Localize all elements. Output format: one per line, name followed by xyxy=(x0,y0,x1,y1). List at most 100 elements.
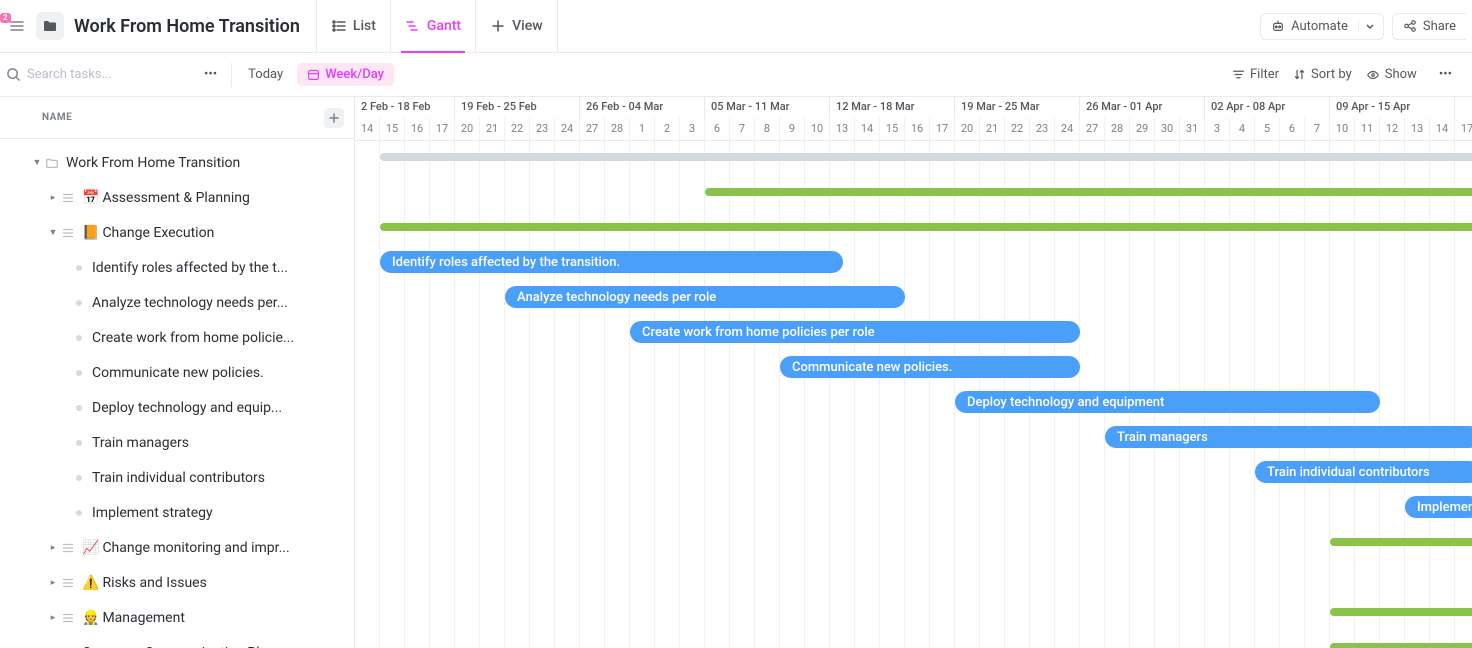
plus-icon xyxy=(490,18,506,34)
folder-small-icon xyxy=(44,156,60,170)
day-header: 1 xyxy=(630,118,655,140)
list-small-icon xyxy=(60,576,76,590)
more-icon[interactable]: ••• xyxy=(196,67,225,82)
day-header: 30 xyxy=(1155,118,1180,140)
toolbar-more-icon[interactable]: ••• xyxy=(1431,67,1460,82)
day-header: 31 xyxy=(1180,118,1205,140)
chevron-icon[interactable]: ▸ xyxy=(46,193,60,203)
sort-label: Sort by xyxy=(1311,67,1352,82)
tree-monitoring[interactable]: ▸📈Change monitoring and impr... xyxy=(0,530,354,565)
list-small-icon xyxy=(60,191,76,205)
bullet-icon xyxy=(76,335,82,341)
tree-comm-plan[interactable]: ▸Company Communication Plan xyxy=(0,635,354,648)
tree-label: Create work from home policie... xyxy=(92,330,294,346)
week-header: 19 Feb - 25 Feb xyxy=(455,97,580,118)
bullet-icon xyxy=(76,300,82,306)
show-label: Show xyxy=(1385,67,1417,82)
folder-icon[interactable] xyxy=(36,12,64,40)
period-button[interactable]: Week/Day xyxy=(297,63,394,86)
tab-add-view[interactable]: View xyxy=(475,0,558,52)
chevron-icon[interactable]: ▸ xyxy=(46,613,60,623)
tree-management[interactable]: ▸👷Management xyxy=(0,600,354,635)
bar-summary-monitoring[interactable] xyxy=(1330,538,1472,546)
day-header: 7 xyxy=(730,118,755,140)
day-header: 17 xyxy=(1455,118,1472,140)
bar-t6[interactable]: Train managers xyxy=(1105,426,1472,448)
day-header: 2 xyxy=(655,118,680,140)
day-header: 22 xyxy=(505,118,530,140)
show-button[interactable]: Show xyxy=(1366,67,1417,82)
tree-task-t2[interactable]: Analyze technology needs per... xyxy=(0,285,354,320)
bar-summary-management[interactable] xyxy=(1330,608,1472,616)
bar-t1[interactable]: Identify roles affected by the transitio… xyxy=(380,251,843,273)
bar-t2[interactable]: Analyze technology needs per role xyxy=(505,286,905,308)
day-header: 17 xyxy=(430,118,455,140)
tree-label: Analyze technology needs per... xyxy=(92,295,288,311)
today-button[interactable]: Today xyxy=(238,63,293,86)
list-icon xyxy=(331,18,347,34)
day-header: 23 xyxy=(1030,118,1055,140)
day-header: 14 xyxy=(1430,118,1455,140)
bar-t7[interactable]: Train individual contributors xyxy=(1255,461,1472,483)
tab-list[interactable]: List xyxy=(316,0,390,52)
day-header: 14 xyxy=(855,118,880,140)
sort-icon xyxy=(1293,68,1306,81)
chevron-icon[interactable]: ▼ xyxy=(30,157,44,168)
tree-label: Management xyxy=(102,610,184,626)
week-header: 05 Mar - 11 Mar xyxy=(705,97,830,118)
bar-t4[interactable]: Communicate new policies. xyxy=(780,356,1080,378)
tree-risks[interactable]: ▸⚠️Risks and Issues xyxy=(0,565,354,600)
tree-task-t4[interactable]: Communicate new policies. xyxy=(0,355,354,390)
share-label: Share xyxy=(1423,19,1456,34)
tab-view-label: View xyxy=(512,18,543,34)
filter-button[interactable]: Filter xyxy=(1232,67,1279,82)
share-button[interactable]: Share xyxy=(1392,13,1466,40)
hamburger-menu[interactable]: 2 xyxy=(6,17,26,35)
chevron-icon[interactable]: ▼ xyxy=(46,227,60,238)
calendar-icon xyxy=(307,68,320,81)
tree-task-t6[interactable]: Train managers xyxy=(0,425,354,460)
robot-icon xyxy=(1271,19,1285,33)
day-header: 3 xyxy=(1205,118,1230,140)
gantt-chart[interactable]: 2 Feb - 18 Feb19 Feb - 25 Feb26 Feb - 04… xyxy=(355,97,1472,648)
bar-summary-root[interactable] xyxy=(380,153,1472,161)
tree-task-t8[interactable]: Implement strategy xyxy=(0,495,354,530)
day-header: 3 xyxy=(680,118,705,140)
bar-summary-comm[interactable] xyxy=(1330,643,1472,648)
day-header: 6 xyxy=(705,118,730,140)
bar-t8[interactable]: Implemen xyxy=(1405,496,1472,518)
share-icon xyxy=(1403,19,1417,33)
day-header: 15 xyxy=(380,118,405,140)
tree-task-t3[interactable]: Create work from home policie... xyxy=(0,320,354,355)
day-header: 10 xyxy=(805,118,830,140)
sort-button[interactable]: Sort by xyxy=(1293,67,1352,82)
bar-summary-change-exec[interactable] xyxy=(380,223,1472,231)
day-header: 29 xyxy=(1130,118,1155,140)
week-header: 09 Apr - 15 Apr xyxy=(1330,97,1455,118)
tree-change-exec[interactable]: ▼📙Change Execution xyxy=(0,215,354,250)
automate-button[interactable]: Automate xyxy=(1260,13,1384,40)
tree-assessment[interactable]: ▸📅Assessment & Planning xyxy=(0,180,354,215)
bar-summary-assessment[interactable] xyxy=(705,188,1472,196)
bar-t3[interactable]: Create work from home policies per role xyxy=(630,321,1080,343)
day-header: 8 xyxy=(755,118,780,140)
search-input[interactable] xyxy=(27,67,147,82)
tree-root[interactable]: ▼Work From Home Transition xyxy=(0,145,354,180)
tree-task-t7[interactable]: Train individual contributors xyxy=(0,460,354,495)
page-title: Work From Home Transition xyxy=(74,16,310,37)
chevron-icon[interactable]: ▸ xyxy=(46,543,60,553)
tree-task-t5[interactable]: Deploy technology and equip... xyxy=(0,390,354,425)
tab-gantt[interactable]: Gantt xyxy=(390,0,475,52)
week-header: 2 Feb - 18 Feb xyxy=(355,97,455,118)
chevron-down-icon[interactable] xyxy=(1358,21,1381,31)
day-header: 5 xyxy=(1255,118,1280,140)
bar-t5[interactable]: Deploy technology and equipment xyxy=(955,391,1380,413)
day-header: 9 xyxy=(780,118,805,140)
tree-label: Train individual contributors xyxy=(92,470,265,486)
automate-label: Automate xyxy=(1291,19,1348,34)
week-header: 26 Feb - 04 Mar xyxy=(580,97,705,118)
chevron-icon[interactable]: ▸ xyxy=(46,578,60,588)
add-column-button[interactable] xyxy=(324,108,344,128)
toolbar: ••• Today Week/Day Filter Sort by Show •… xyxy=(0,53,1472,97)
tree-task-t1[interactable]: Identify roles affected by the t... xyxy=(0,250,354,285)
